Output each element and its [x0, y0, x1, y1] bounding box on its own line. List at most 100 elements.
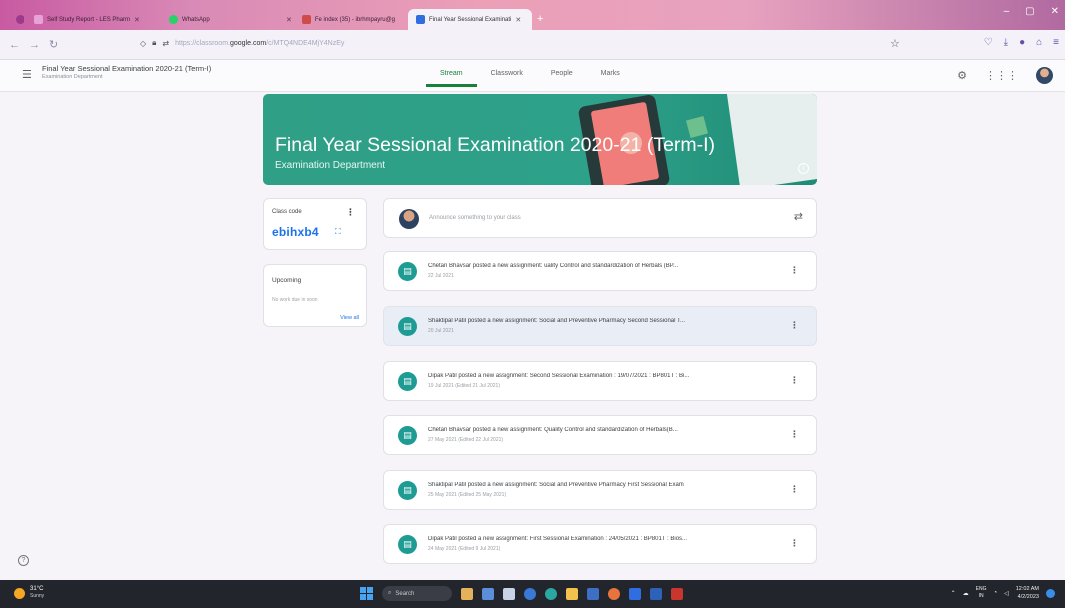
apps-grid-icon[interactable]: ⋮⋮⋮ [985, 69, 1018, 82]
reload-icon[interactable]: ↻ [49, 38, 58, 51]
pdf-icon[interactable] [671, 587, 683, 600]
upcoming-text: No work due in soon [272, 297, 318, 303]
bookmark-star-icon[interactable]: ☆ [890, 37, 900, 50]
post-title[interactable]: Dipak Patil posted a new assignment: Sec… [428, 373, 783, 379]
stream-post[interactable]: ▤ Shaktipal Patil posted a new assignmen… [383, 306, 817, 346]
mail-icon[interactable] [629, 587, 641, 600]
pocket-icon[interactable]: ♡ [984, 37, 993, 48]
store-icon[interactable] [587, 587, 599, 600]
cloud-icon[interactable]: ☁ [963, 590, 969, 597]
tab-people[interactable]: People [537, 70, 587, 87]
upcoming-card: Upcoming No work due in soon View all [263, 264, 367, 327]
more-vert-icon[interactable]: ⋮ [790, 265, 799, 276]
notification-icon[interactable] [1046, 588, 1055, 598]
stream-content: Final Year Sessional Examination 2020-21… [0, 92, 1065, 580]
weather-widget[interactable]: 31°C Sunny [14, 586, 44, 600]
url-host: google.com [229, 39, 267, 47]
assignment-icon: ▤ [398, 426, 417, 445]
repost-icon[interactable]: ⇄ [794, 210, 803, 223]
class-title[interactable]: Final Year Sessional Examination 2020-21… [42, 64, 211, 73]
view-all-link[interactable]: View all [340, 315, 359, 321]
taskbar: 31°C Sunny ⌕ Search ⌃ ☁ ENG IN ◔ ◁ 12:02 … [0, 580, 1065, 608]
download-icon[interactable]: ⤓ [1004, 37, 1008, 48]
tab-marks[interactable]: Marks [587, 70, 634, 87]
browser-menu-icon[interactable] [8, 9, 24, 30]
announce-box[interactable]: Announce something to your class ⇄ [383, 198, 817, 238]
new-tab-icon[interactable]: + [537, 13, 543, 25]
url-field[interactable]: ◇ 🔒︎ ⇄ https://classroom.google.com/c/MT… [140, 38, 344, 48]
taskbar-search[interactable]: ⌕ Search [382, 586, 452, 601]
tab-close-icon[interactable]: ✕ [515, 16, 521, 24]
word-icon[interactable] [650, 587, 662, 600]
assignment-icon: ▤ [398, 317, 417, 336]
help-icon[interactable]: ? [18, 555, 29, 566]
firefox-icon[interactable] [608, 587, 620, 600]
tab-final-year-sessional[interactable]: Final Year Sessional Examinati ✕ [408, 9, 532, 30]
stream-post[interactable]: ▤ Chetan Bhavsar posted a new assignment… [383, 251, 817, 291]
class-code-card: Class code ⋮ ebihxb4 ⛶ [263, 198, 367, 250]
stream-post[interactable]: ▤ Shaktipal Patil posted a new assignmen… [383, 470, 817, 510]
upcoming-title: Upcoming [272, 277, 302, 284]
more-vert-icon[interactable]: ⋮ [790, 429, 799, 440]
tab-label: Final Year Sessional Examinati [429, 16, 512, 23]
menu-icon[interactable]: ≡ [1053, 37, 1059, 48]
post-title[interactable]: Shaktipal Patil posted a new assignment:… [428, 318, 783, 324]
post-title[interactable]: Dipak Patil posted a new assignment: Fir… [428, 536, 783, 542]
stream-post[interactable]: ▤ Dipak Patil posted a new assignment: F… [383, 524, 817, 564]
tab-whatsapp[interactable]: WhatsApp [161, 9, 281, 30]
info-icon[interactable]: i [798, 163, 809, 174]
hamburger-menu-icon[interactable]: ☰ [22, 68, 32, 81]
edge-icon[interactable] [545, 587, 557, 600]
file-icon[interactable] [503, 587, 515, 600]
chat-icon[interactable] [524, 587, 536, 600]
announce-input[interactable]: Announce something to your class [429, 215, 521, 221]
search-icon: ⌕ [388, 590, 392, 596]
fullscreen-icon[interactable]: ⛶ [335, 227, 341, 237]
classroom-header: ☰ Final Year Sessional Examination 2020-… [0, 60, 1065, 92]
user-avatar[interactable] [1036, 67, 1053, 84]
close-window-icon[interactable]: ✕ [1051, 6, 1059, 17]
forward-icon[interactable]: → [29, 39, 40, 51]
settings-icon[interactable]: ⚙ [957, 69, 967, 82]
more-vert-icon[interactable]: ⋮ [790, 320, 799, 331]
tab-stream[interactable]: Stream [426, 70, 477, 87]
minimize-icon[interactable]: – [1004, 6, 1010, 17]
language-indicator[interactable]: ENG IN [976, 586, 987, 600]
post-title[interactable]: Chetan Bhavsar posted a new assignment: … [428, 263, 783, 269]
lock-icon: 🔒︎ [152, 38, 157, 47]
tab-classwork[interactable]: Classwork [477, 70, 537, 87]
clock-time: 12:02 AM [1015, 586, 1039, 592]
permissions-icon[interactable]: ⇄ [162, 39, 169, 48]
tab-self-study-report[interactable]: Self Study Report - LES Pharm ✕ [26, 9, 161, 30]
class-code-value[interactable]: ebihxb4 [272, 225, 319, 239]
post-title[interactable]: Shaktipal Patil posted a new assignment:… [428, 482, 783, 488]
wifi-icon[interactable]: ◔ [994, 590, 998, 596]
account-icon[interactable]: ● [1019, 37, 1025, 48]
back-icon[interactable]: ← [9, 39, 20, 51]
more-vert-icon[interactable]: ⋮ [790, 375, 799, 386]
more-vert-icon[interactable]: ⋮ [790, 484, 799, 495]
region-code: IN [978, 593, 984, 599]
tab-gmail-inbox[interactable]: ✕ Fe index (35) - ibrhmpayru@g [278, 9, 408, 30]
banner-subtitle: Examination Department [275, 160, 386, 171]
post-title[interactable]: Chetan Bhavsar posted a new assignment: … [428, 427, 783, 433]
clock[interactable]: 12:02 AM 4/2/2023 [1016, 585, 1039, 601]
chevron-up-icon[interactable]: ⌃ [951, 590, 956, 597]
tab-label: Self Study Report - LES Pharm [47, 16, 131, 23]
taskbar-apps: ⌕ Search [360, 586, 683, 601]
volume-icon[interactable]: ◁ [1004, 590, 1009, 597]
task-view-icon[interactable] [482, 587, 494, 600]
windows-start-icon[interactable] [360, 587, 373, 600]
tab-close-icon[interactable]: ✕ [134, 16, 140, 24]
more-vert-icon[interactable]: ⋮ [346, 207, 355, 218]
tab-close-icon[interactable]: ✕ [286, 16, 292, 24]
stream-post[interactable]: ▤ Dipak Patil posted a new assignment: S… [383, 361, 817, 401]
widgets-icon[interactable] [461, 587, 473, 600]
browser-tab-strip: Self Study Report - LES Pharm ✕ WhatsApp… [0, 0, 1065, 30]
stream-post[interactable]: ▤ Chetan Bhavsar posted a new assignment… [383, 415, 817, 455]
file-explorer-icon[interactable] [566, 587, 578, 600]
extensions-icon[interactable]: ⌂ [1036, 37, 1042, 48]
post-date: 22 Jul 2021 [428, 273, 454, 279]
more-vert-icon[interactable]: ⋮ [790, 538, 799, 549]
maximize-icon[interactable]: ▢ [1025, 6, 1034, 17]
